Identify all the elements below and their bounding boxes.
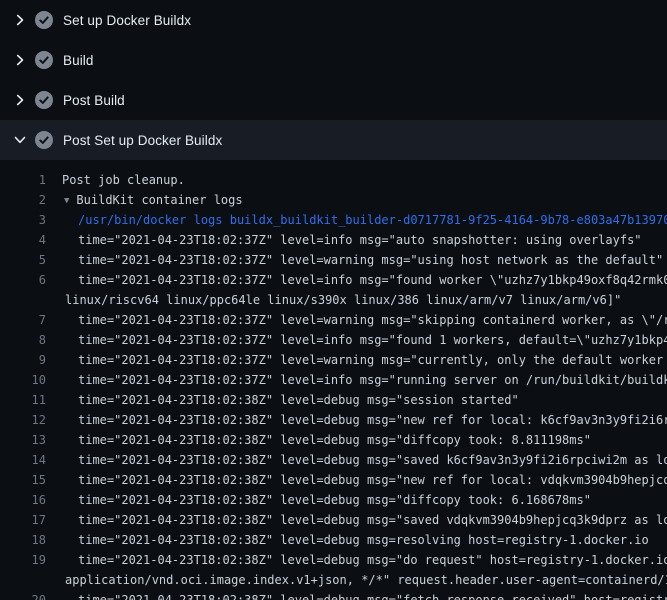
line-number[interactable]: 17: [0, 510, 46, 530]
log-text: time="2021-04-23T18:02:37Z" level=warnin…: [78, 310, 667, 330]
log-text: time="2021-04-23T18:02:38Z" level=debug …: [78, 390, 519, 410]
log-text: time="2021-04-23T18:02:38Z" level=debug …: [78, 530, 649, 550]
log-text: time="2021-04-23T18:02:38Z" level=debug …: [78, 550, 667, 570]
log-line: 5 time="2021-04-23T18:02:37Z" level=warni…: [0, 250, 667, 270]
log-line: 6 time="2021-04-23T18:02:37Z" level=info …: [0, 270, 667, 290]
log-text: time="2021-04-23T18:02:38Z" level=debug …: [78, 510, 667, 530]
log-text: Post job cleanup.: [62, 170, 185, 190]
log-line: 9 time="2021-04-23T18:02:37Z" level=warni…: [0, 350, 667, 370]
log-text: time="2021-04-23T18:02:38Z" level=debug …: [78, 410, 667, 430]
line-number[interactable]: 8: [0, 330, 46, 350]
log-line: 4 time="2021-04-23T18:02:37Z" level=info …: [0, 230, 667, 250]
log-line: 19 time="2021-04-23T18:02:38Z" level=debu…: [0, 550, 667, 570]
log-line: 18 time="2021-04-23T18:02:38Z" level=debu…: [0, 530, 667, 550]
log-text: time="2021-04-23T18:02:38Z" level=debug …: [78, 450, 667, 470]
actions-log-viewer: Set up Docker Buildx Build Post Build Post …: [0, 0, 667, 600]
log-group-row: ▼ BuildKit container logs: [64, 190, 243, 210]
log-text: time="2021-04-23T18:02:38Z" level=debug …: [78, 590, 667, 600]
log-command-text: /usr/bin/docker logs buildx_buildkit_bui…: [78, 210, 667, 230]
line-number[interactable]: 15: [0, 470, 46, 490]
line-number[interactable]: 9: [0, 350, 46, 370]
line-number[interactable]: 3: [0, 210, 46, 230]
log-line: 11 time="2021-04-23T18:02:38Z" level=debu…: [0, 390, 667, 410]
check-circle-icon: [35, 131, 53, 149]
log-line: linux/riscv64 linux/ppc64le linux/s390x …: [0, 290, 667, 310]
line-number[interactable]: 18: [0, 530, 46, 550]
log-line: 17 time="2021-04-23T18:02:38Z" level=debu…: [0, 510, 667, 530]
chevron-right-icon: [12, 92, 28, 108]
log-text: time="2021-04-23T18:02:37Z" level=info m…: [78, 270, 667, 290]
triangle-down-icon: ▼: [64, 191, 69, 211]
log-wrap-text: linux/riscv64 linux/ppc64le linux/s390x …: [65, 290, 621, 310]
line-number[interactable]: 14: [0, 450, 46, 470]
check-circle-icon: [35, 11, 53, 29]
log-text: time="2021-04-23T18:02:38Z" level=debug …: [78, 430, 591, 450]
line-number[interactable]: 4: [0, 230, 46, 250]
log-wrap-text: application/vnd.oci.image.index.v1+json,…: [65, 570, 667, 590]
chevron-down-icon: [12, 132, 28, 148]
line-number[interactable]: 11: [0, 390, 46, 410]
log-line: 1 Post job cleanup.: [0, 170, 667, 190]
log-line: 3/usr/bin/docker logs buildx_buildkit_bu…: [0, 210, 667, 230]
line-number[interactable]: 2: [0, 190, 46, 210]
line-number: [0, 570, 46, 590]
log-line: 12 time="2021-04-23T18:02:38Z" level=debu…: [0, 410, 667, 430]
log-text: time="2021-04-23T18:02:38Z" level=debug …: [78, 490, 591, 510]
line-number[interactable]: 16: [0, 490, 46, 510]
check-circle-icon: [35, 91, 53, 109]
log-text: time="2021-04-23T18:02:37Z" level=info m…: [78, 370, 667, 390]
log-text: time="2021-04-23T18:02:37Z" level=info m…: [78, 230, 642, 250]
line-number[interactable]: 19: [0, 550, 46, 570]
log-line: 20 time="2021-04-23T18:02:38Z" level=debu…: [0, 590, 667, 600]
log-text: time="2021-04-23T18:02:38Z" level=debug …: [78, 470, 667, 490]
line-number[interactable]: 10: [0, 370, 46, 390]
log-line: 8 time="2021-04-23T18:02:37Z" level=info …: [0, 330, 667, 350]
log-text: time="2021-04-23T18:02:37Z" level=warnin…: [78, 350, 667, 370]
line-number[interactable]: 6: [0, 270, 46, 290]
log-pane: 1 Post job cleanup. 2 ▼ BuildKit container l…: [0, 160, 667, 600]
step-header[interactable]: Set up Docker Buildx: [0, 0, 667, 40]
line-number[interactable]: 13: [0, 430, 46, 450]
chevron-right-icon: [12, 52, 28, 68]
log-line: 14 time="2021-04-23T18:02:38Z" level=debu…: [0, 450, 667, 470]
steps-list: Set up Docker Buildx Build Post Build Post …: [0, 0, 667, 160]
step-title: Build: [63, 53, 94, 68]
log-line: 16 time="2021-04-23T18:02:38Z" level=debu…: [0, 490, 667, 510]
line-number[interactable]: 1: [0, 170, 46, 190]
log-group-toggle[interactable]: 2 ▼ BuildKit container logs: [0, 190, 667, 210]
line-number[interactable]: 12: [0, 410, 46, 430]
chevron-right-icon: [12, 12, 28, 28]
step-header[interactable]: Post Build: [0, 80, 667, 120]
step-title: Post Set up Docker Buildx: [63, 133, 222, 148]
step-header[interactable]: Post Set up Docker Buildx: [0, 120, 667, 160]
log-text: time="2021-04-23T18:02:37Z" level=warnin…: [78, 250, 663, 270]
log-line: 7 time="2021-04-23T18:02:37Z" level=warni…: [0, 310, 667, 330]
step-header[interactable]: Build: [0, 40, 667, 80]
check-circle-icon: [35, 51, 53, 69]
line-number[interactable]: 20: [0, 590, 46, 600]
log-line: 10 time="2021-04-23T18:02:37Z" level=info…: [0, 370, 667, 390]
line-number[interactable]: 5: [0, 250, 46, 270]
log-line: 13 time="2021-04-23T18:02:38Z" level=debu…: [0, 430, 667, 450]
line-number: [0, 290, 46, 310]
log-line: 15 time="2021-04-23T18:02:38Z" level=debu…: [0, 470, 667, 490]
log-line: application/vnd.oci.image.index.v1+json,…: [0, 570, 667, 590]
step-title: Set up Docker Buildx: [63, 13, 191, 28]
log-text: time="2021-04-23T18:02:37Z" level=info m…: [78, 330, 667, 350]
log-group-label: BuildKit container logs: [76, 193, 242, 207]
line-number[interactable]: 7: [0, 310, 46, 330]
step-title: Post Build: [63, 93, 125, 108]
